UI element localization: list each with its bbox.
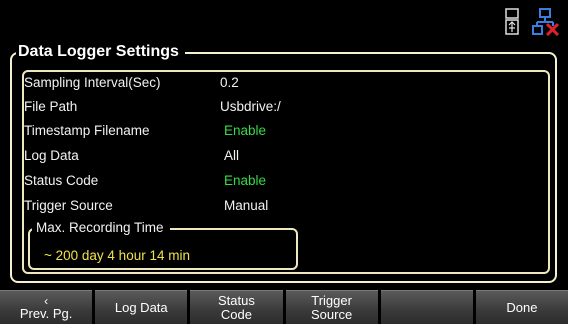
setting-row-sampling-interval[interactable]: Sampling Interval(Sec) 0.2 [24, 72, 324, 94]
softkey-label: Log Data [114, 299, 168, 315]
status-code-button[interactable]: Status Code [190, 290, 283, 324]
softkey-label: Source [311, 306, 353, 322]
panel-title: Data Logger Settings [16, 42, 185, 62]
setting-label: File Path [24, 99, 78, 114]
max-recording-time-box: Max. Recording Time ~ 200 day 4 hour 14 … [28, 218, 298, 270]
trigger-source-button[interactable]: Trigger Source [285, 290, 378, 324]
setting-row-trigger-source[interactable]: Trigger Source Manual [24, 195, 324, 217]
setting-label: Sampling Interval(Sec) [24, 75, 161, 90]
log-data-button[interactable]: Log Data [95, 290, 188, 324]
setting-label: Trigger Source [24, 198, 113, 213]
setting-row-log-data[interactable]: Log Data All [24, 145, 324, 167]
max-recording-time-label: Max. Recording Time [32, 218, 170, 238]
softkey-label: Code [220, 306, 252, 322]
setting-row-timestamp-filename[interactable]: Timestamp Filename Enable [24, 120, 324, 142]
empty-softkey[interactable] [380, 290, 473, 324]
setting-value[interactable]: Enable [224, 120, 266, 142]
setting-value[interactable]: 0.2 [220, 72, 239, 94]
status-bar [0, 0, 568, 44]
setting-value[interactable]: Manual [224, 195, 268, 217]
prev-page-button[interactable]: ‹ Prev. Pg. [0, 290, 93, 324]
setting-row-file-path[interactable]: File Path Usbdrive:/ [24, 96, 324, 118]
setting-label: Timestamp Filename [24, 123, 150, 138]
done-button[interactable]: Done [475, 290, 568, 324]
chevron-left-icon: ‹ [44, 293, 49, 308]
setting-value[interactable]: Enable [224, 170, 266, 192]
setting-value[interactable]: All [224, 145, 239, 167]
softkey-label: Done [506, 299, 538, 315]
network-disconnected-icon [532, 8, 560, 36]
softkey-label: Status [218, 292, 255, 308]
setting-label: Log Data [24, 148, 79, 163]
softkey-label: Trigger [311, 292, 352, 308]
setting-row-status-code[interactable]: Status Code Enable [24, 170, 324, 192]
setting-value[interactable]: Usbdrive:/ [220, 96, 281, 118]
setting-label: Status Code [24, 173, 99, 188]
softkey-bar: ‹ Prev. Pg. Log Data Status Code Trigger… [0, 290, 568, 324]
usb-drive-icon [505, 8, 519, 35]
softkey-label: Prev. Pg. [19, 305, 73, 321]
max-recording-time-value: ~ 200 day 4 hour 14 min [44, 248, 190, 263]
